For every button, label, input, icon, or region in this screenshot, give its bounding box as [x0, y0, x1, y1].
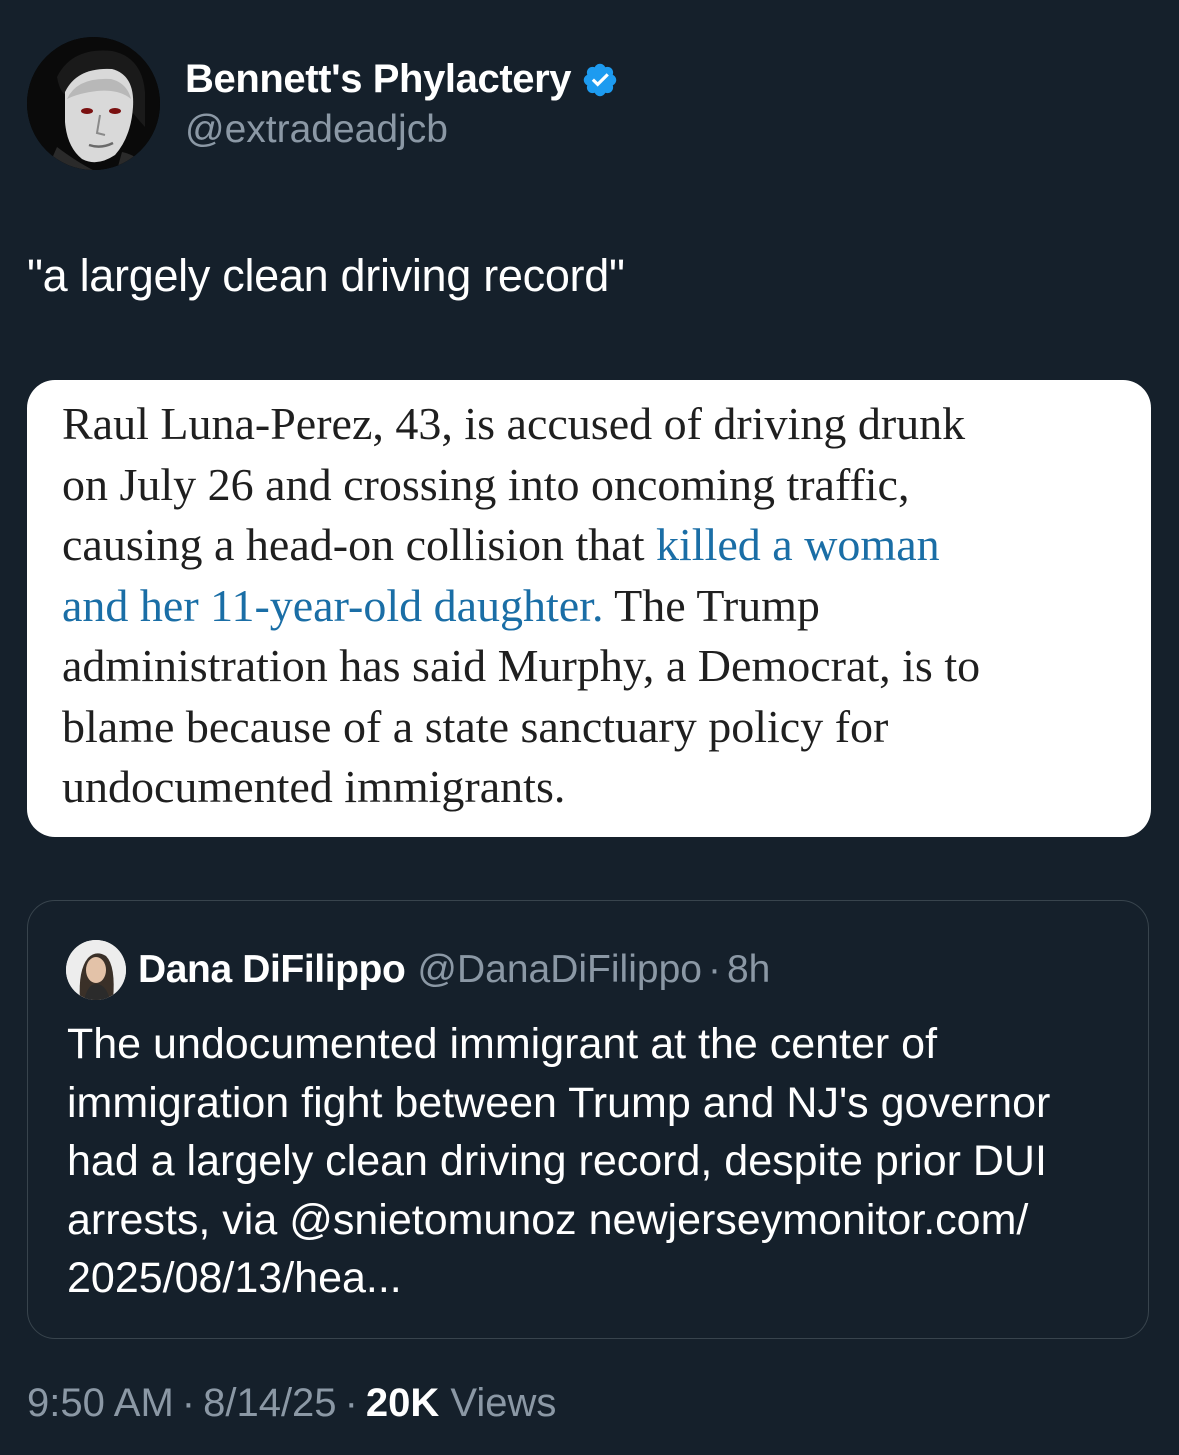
quoted-line: immigration fight between Trump and NJ's…	[67, 1078, 1051, 1127]
quoted-tweet[interactable]: Dana DiFilippo @DanaDiFilippo · 8h The u…	[27, 900, 1149, 1339]
article-line: and her 11-year-old daughter. The Trump	[62, 579, 820, 631]
author-avatar[interactable]	[27, 37, 160, 170]
author-handle[interactable]: @extradeadjcb	[185, 108, 619, 152]
tweet-meta: 9:50 AM · 8/14/25 · 20K Views	[27, 1381, 556, 1426]
tweet-time[interactable]: 9:50 AM	[27, 1381, 174, 1425]
quoted-tweet-text: The undocumented immigrant at the center…	[67, 1015, 1127, 1308]
views-label[interactable]: Views	[450, 1381, 556, 1425]
verified-badge-icon[interactable]	[581, 61, 619, 99]
quoted-line: arrests, via @snietomunoz newjerseymonit…	[67, 1195, 1029, 1244]
tweet-media-image[interactable]: Raul Luna-Perez, 43, is accused of drivi…	[27, 380, 1151, 837]
quoted-author-avatar[interactable]	[66, 940, 126, 1000]
article-excerpt: Raul Luna-Perez, 43, is accused of drivi…	[62, 394, 1137, 818]
quoted-separator: ·	[707, 948, 721, 991]
meta-separator: ·	[344, 1381, 358, 1425]
quoted-timestamp[interactable]: 8h	[727, 948, 770, 992]
meta-separator: ·	[181, 1381, 196, 1425]
tweet-header: Bennett's Phylactery @extradeadjcb	[27, 37, 619, 170]
article-line: Raul Luna-Perez, 43, is accused of drivi…	[62, 398, 966, 449]
quoted-line: The undocumented immigrant at the center…	[67, 1020, 938, 1068]
article-line: on July 26 and crossing into oncoming tr…	[62, 458, 910, 510]
quoted-line: had a largely clean driving record, desp…	[67, 1137, 1047, 1185]
author-display-name[interactable]: Bennett's Phylactery	[185, 57, 572, 102]
views-count[interactable]: 20K	[366, 1381, 439, 1425]
article-line: blame because of a state sanctuary polic…	[62, 700, 889, 752]
quoted-author-handle[interactable]: @DanaDiFilippo	[417, 948, 702, 992]
article-line: undocumented immigrants.	[62, 761, 566, 812]
quoted-tweet-header: Dana DiFilippo @DanaDiFilippo · 8h	[66, 940, 770, 1000]
article-line: administration has said Murphy, a Democr…	[62, 640, 981, 691]
tweet-text: "a largely clean driving record"	[27, 250, 625, 301]
quoted-author-name[interactable]: Dana DiFilippo	[138, 948, 406, 992]
article-line: causing a head-on collision that killed …	[62, 519, 940, 570]
article-link: and her 11-year-old daughter.	[62, 579, 604, 631]
article-link: killed a woman	[656, 519, 940, 570]
quoted-line: 2025/08/13/hea...	[67, 1254, 402, 1302]
tweet-date[interactable]: 8/14/25	[203, 1381, 336, 1425]
